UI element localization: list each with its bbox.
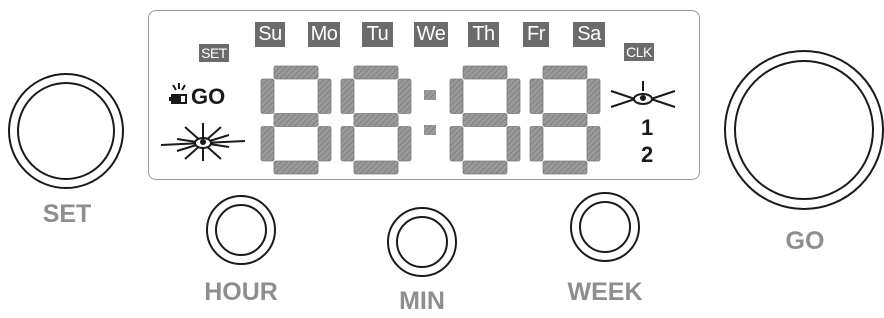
segment-b: [586, 78, 601, 114]
digit-1: [260, 65, 332, 175]
segment-f: [260, 78, 275, 114]
segment-a: [273, 65, 319, 80]
min-button-inner-ring: [396, 216, 448, 268]
digit-3: [449, 65, 521, 175]
go-button[interactable]: [724, 50, 884, 210]
digit-4: [529, 65, 601, 175]
segment-g: [542, 113, 588, 127]
segment-d: [273, 160, 319, 175]
segment-f: [529, 78, 544, 114]
hour-button-inner-ring: [215, 204, 267, 256]
segment-a: [462, 65, 508, 80]
segment-a: [542, 65, 588, 80]
segment-f: [449, 78, 464, 114]
segment-a: [353, 65, 399, 80]
segment-g: [353, 113, 399, 127]
segment-b: [397, 78, 412, 114]
go-button-label: GO: [785, 227, 825, 255]
segment-b: [317, 78, 332, 114]
sprinkler-left-icon: [160, 123, 246, 161]
segment-c: [317, 126, 332, 162]
battery-icon: [169, 83, 187, 104]
segment-e: [529, 126, 544, 162]
lcd-display: Su Mo Tu We Th Fr Sa SET CLK GO 1 2: [148, 10, 700, 180]
set-button-label: SET: [42, 200, 92, 228]
segment-c: [397, 126, 412, 162]
week-button[interactable]: [570, 192, 640, 262]
min-button-label: MIN: [399, 287, 445, 315]
segment-e: [340, 126, 355, 162]
segment-c: [506, 126, 521, 162]
segment-g: [273, 113, 319, 127]
segment-e: [260, 126, 275, 162]
digit-2: [340, 65, 412, 175]
set-button-inner-ring: [17, 82, 115, 180]
sprinkler-right-icon: [610, 81, 676, 108]
segment-f: [340, 78, 355, 114]
hour-button-label: HOUR: [204, 278, 278, 306]
min-button[interactable]: [387, 207, 457, 277]
segment-g: [462, 113, 508, 127]
set-button[interactable]: [8, 73, 124, 189]
week-button-inner-ring: [579, 201, 631, 253]
segment-e: [449, 126, 464, 162]
segment-c: [586, 126, 601, 162]
go-button-inner-ring: [734, 60, 874, 200]
hour-button[interactable]: [206, 195, 276, 265]
segment-d: [353, 160, 399, 175]
segment-d: [462, 160, 508, 175]
segment-b: [506, 78, 521, 114]
time-colon: [424, 90, 436, 135]
lcd-graphics: [160, 65, 676, 175]
segment-d: [542, 160, 588, 175]
week-button-label: WEEK: [567, 278, 643, 306]
